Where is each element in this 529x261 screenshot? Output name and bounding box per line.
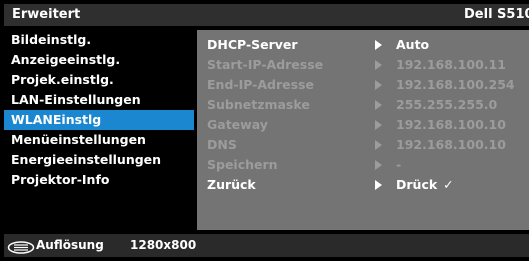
setting-value: 255.255.255.0 <box>396 97 498 112</box>
setting-speichern: Speichern - <box>197 155 529 175</box>
menu-item-label: Menüeinstellungen <box>11 132 146 147</box>
setting-dhcp-server[interactable]: DHCP-Server Auto <box>197 35 529 55</box>
setting-label: DHCP-Server <box>207 37 298 52</box>
setting-start-ip: Start-IP-Adresse 192.168.100.11 <box>197 55 529 75</box>
menu-item-projektor-info[interactable]: Projektor-Info <box>4 170 194 190</box>
menu-item-projektoreinstellungen[interactable]: Projek.einstlg. <box>4 70 194 90</box>
arrow-right-icon <box>375 40 382 50</box>
setting-label: Start-IP-Adresse <box>207 57 324 72</box>
setting-value: 192.168.100.10 <box>396 117 506 132</box>
setting-value: 192.168.100.254 <box>396 77 515 92</box>
setting-label: Subnetzmaske <box>207 97 310 112</box>
menu-item-label: Projektor-Info <box>11 172 110 187</box>
menu-title: Erweitert <box>12 7 81 22</box>
setting-value: 192.168.100.10 <box>396 137 506 152</box>
menu-item-bildeinstellungen[interactable]: Bildeinstlg. <box>4 30 194 50</box>
arrow-right-icon <box>375 120 382 130</box>
menu-item-label: Bildeinstlg. <box>11 32 92 47</box>
setting-label: End-IP-Adresse <box>207 77 314 92</box>
setting-end-ip: End-IP-Adresse 192.168.100.254 <box>197 75 529 95</box>
arrow-right-icon <box>375 80 382 90</box>
arrow-right-icon <box>375 60 382 70</box>
remote-key-icon <box>7 239 35 254</box>
menu-item-label: LAN-Einstellungen <box>11 92 141 107</box>
arrow-right-icon <box>375 140 382 150</box>
setting-value: Drück ✓ <box>396 175 454 195</box>
setting-value: 192.168.100.11 <box>396 57 506 72</box>
setting-zurueck[interactable]: Zurück Drück ✓ <box>197 175 529 195</box>
main-menu: Bildeinstlg. Anzeigeeinstlg. Projek.eins… <box>4 30 194 230</box>
setting-label: Gateway <box>207 117 268 132</box>
status-bar: Auflösung 1280x800 <box>4 234 529 257</box>
setting-label: DNS <box>207 137 237 152</box>
setting-value: Auto <box>396 37 430 52</box>
projector-osd: Erweitert Dell S510 Bildeinstlg. Anzeige… <box>0 0 529 261</box>
menu-item-menueeinstellungen[interactable]: Menüeinstellungen <box>4 130 194 150</box>
setting-label: Speichern <box>207 157 278 172</box>
setting-gateway: Gateway 192.168.100.10 <box>197 115 529 135</box>
checkmark-icon: ✓ <box>443 177 454 192</box>
setting-value: - <box>396 157 402 172</box>
menu-header: Erweitert Dell S510 <box>4 4 529 26</box>
menu-item-label: Anzeigeeinstlg. <box>11 52 121 67</box>
resolution-value: 1280x800 <box>130 238 197 252</box>
menu-item-label: Projek.einstlg. <box>11 72 114 87</box>
menu-item-lan-einstellungen[interactable]: LAN-Einstellungen <box>4 90 194 110</box>
back-action-label: Drück <box>396 177 438 192</box>
setting-label: Zurück <box>207 177 256 192</box>
menu-item-anzeigeeinstellungen[interactable]: Anzeigeeinstlg. <box>4 50 194 70</box>
projector-model: Dell S510 <box>464 7 529 22</box>
settings-panel: DHCP-Server Auto Start-IP-Adresse 192.16… <box>197 30 529 230</box>
menu-item-energieeinstellungen[interactable]: Energieeinstellungen <box>4 150 194 170</box>
arrow-right-icon <box>375 160 382 170</box>
setting-dns: DNS 192.168.100.10 <box>197 135 529 155</box>
arrow-right-icon <box>375 100 382 110</box>
resolution-label: Auflösung <box>36 238 104 252</box>
arrow-right-icon <box>375 180 382 190</box>
setting-subnet-mask: Subnetzmaske 255.255.255.0 <box>197 95 529 115</box>
menu-item-wlan-einstellungen[interactable]: WLANEinstlg <box>4 110 194 130</box>
menu-item-label: Energieeinstellungen <box>11 152 162 167</box>
menu-item-label: WLANEinstlg <box>11 112 102 127</box>
